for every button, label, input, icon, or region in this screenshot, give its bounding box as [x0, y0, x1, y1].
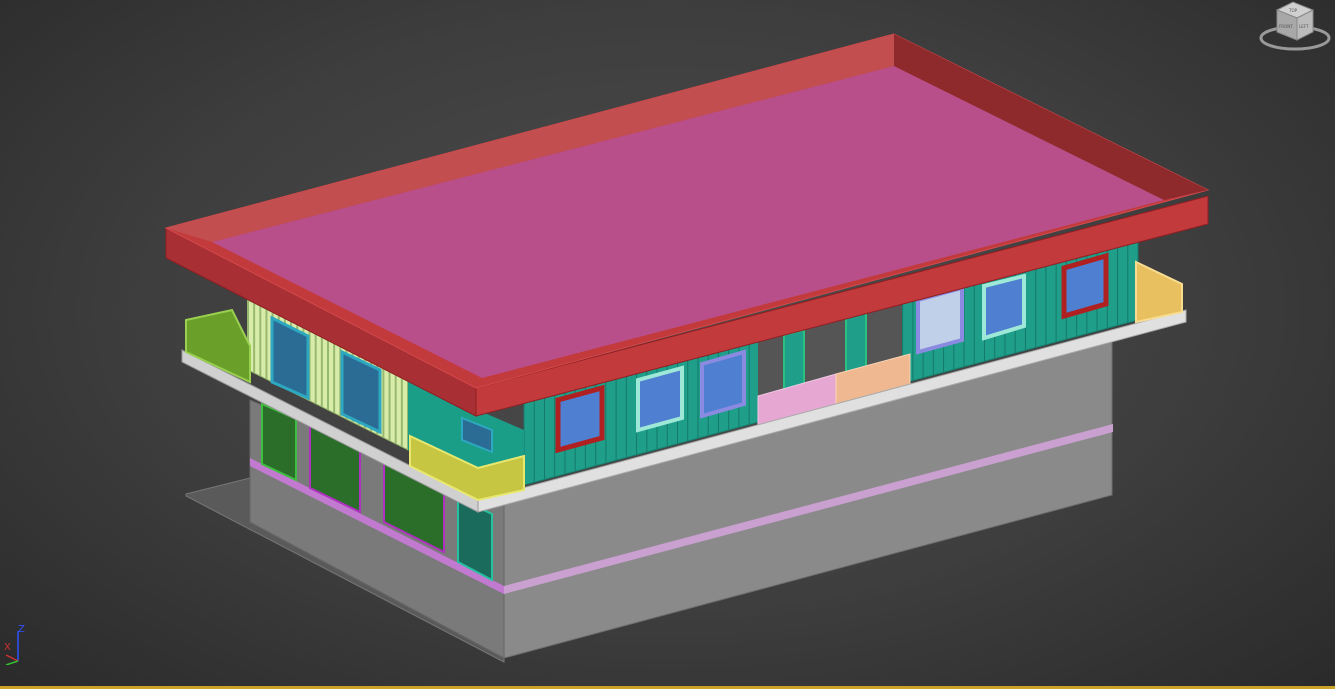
balcony-right-railing: [1135, 260, 1183, 324]
viewcube-navigator[interactable]: TOP FRONT LEFT: [1257, 0, 1333, 56]
x-axis-label: X: [4, 642, 11, 653]
building-model[interactable]: [0, 0, 1335, 689]
window-red-frame-2: [1061, 252, 1109, 320]
3d-viewport[interactable]: TOP FRONT LEFT Z X: [0, 0, 1335, 689]
viewcube-label-top: TOP: [1288, 8, 1298, 13]
viewcube-label-left: LEFT: [1299, 24, 1309, 29]
axis-tripod: Z X: [2, 624, 32, 666]
z-axis-label: Z: [18, 624, 25, 635]
window-blue-frame-1: [700, 349, 746, 419]
window-teal-frame-2: [982, 273, 1026, 341]
x-axis-line: [5, 654, 19, 662]
window-teal-frame-1: [636, 365, 684, 433]
window-red-frame-1: [555, 384, 605, 454]
y-axis-line: [5, 660, 19, 666]
viewcube-label-front: FRONT: [1279, 24, 1293, 29]
